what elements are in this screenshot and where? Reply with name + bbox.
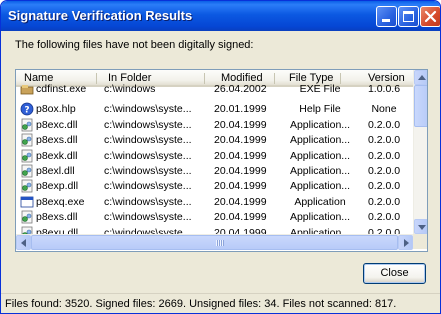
file-version: 0.2.0.0 <box>367 180 401 193</box>
svg-text:?: ? <box>24 106 29 116</box>
arrow-down-icon <box>418 225 426 230</box>
scrollbar-corner <box>413 234 427 249</box>
file-folder: c:\windows\syste... <box>104 164 192 177</box>
file-version: 0.2.0.0 <box>367 195 401 208</box>
file-modified: 26.04.2002 <box>214 83 267 95</box>
file-row[interactable]: p8exk.dll c:\windows\syste... 20.04.1999 Ap… <box>16 149 413 164</box>
file-type: Application... <box>289 164 351 177</box>
file-row[interactable]: ? p8ox.hlp c:\windows\syste... 20.01.1999 He… <box>16 102 413 117</box>
file-modified: 20.04.1999 <box>214 134 267 147</box>
file-row[interactable]: cdfinst.exe c:\windows 26.04.2002 EXE File 1… <box>16 83 413 102</box>
dll-icon <box>20 164 34 178</box>
file-folder: c:\windows\syste... <box>104 103 192 116</box>
vertical-scroll-thumb[interactable] <box>414 85 427 127</box>
dll-icon <box>20 118 34 132</box>
file-modified: 20.04.1999 <box>214 180 267 193</box>
dll-icon <box>20 179 34 193</box>
file-folder: c:\windows\syste... <box>104 211 192 224</box>
vertical-scrollbar[interactable] <box>413 70 427 234</box>
file-name: p8exc.dll <box>36 118 78 131</box>
status-bar: Files found: 3520. Signed files: 2669. U… <box>1 293 440 313</box>
window-title: Signature Verification Results <box>8 8 193 23</box>
file-modified: 20.04.1999 <box>214 164 267 177</box>
arrow-right-icon <box>404 239 409 247</box>
file-modified: 20.04.1999 <box>214 118 267 131</box>
dll-icon <box>20 149 34 163</box>
arrow-left-icon <box>21 239 26 247</box>
scroll-left-button[interactable] <box>16 235 31 250</box>
scroll-up-button[interactable] <box>414 70 427 85</box>
file-version: 0.2.0.0 <box>367 149 401 162</box>
scroll-down-button[interactable] <box>414 219 427 234</box>
title-bar[interactable]: Signature Verification Results <box>1 1 440 31</box>
file-name: p8exp.dll <box>36 180 79 193</box>
scroll-right-button[interactable] <box>398 235 413 250</box>
application-icon <box>20 195 34 209</box>
file-modified: 20.04.1999 <box>214 195 267 208</box>
file-version: 1.0.0.6 <box>367 83 401 95</box>
file-version: 0.2.0.0 <box>367 134 401 147</box>
file-modified: 20.04.1999 <box>214 149 267 162</box>
file-name: p8exq.exe <box>36 195 85 208</box>
close-button[interactable]: Close <box>363 263 426 284</box>
minimize-icon <box>382 19 390 22</box>
file-row[interactable]: p8exq.exe c:\windows\syste... 20.04.1999 Ap… <box>16 195 413 210</box>
file-type: Application... <box>289 180 351 193</box>
file-type: EXE File <box>299 83 341 95</box>
horizontal-scrollbar[interactable] <box>16 234 413 250</box>
dll-icon <box>20 133 34 147</box>
file-name: p8exk.dll <box>36 149 78 162</box>
file-type: Application... <box>289 118 351 131</box>
file-name: cdfinst.exe <box>36 83 87 95</box>
file-folder: c:\windows\syste... <box>104 134 192 147</box>
file-type: Application... <box>289 149 351 162</box>
file-name: p8exs.dll <box>36 211 78 224</box>
dll-icon <box>20 210 34 224</box>
arrow-up-icon <box>418 75 426 80</box>
title-close-button[interactable] <box>420 6 440 27</box>
file-version: 0.2.0.0 <box>367 211 401 224</box>
file-row[interactable]: p8exl.dll c:\windows\syste... 20.04.1999 Ap… <box>16 164 413 179</box>
help-file-icon: ? <box>20 102 34 116</box>
file-version: None <box>371 103 397 116</box>
close-icon <box>424 10 437 23</box>
horizontal-scroll-thumb[interactable] <box>31 235 398 250</box>
file-modified: 20.04.1999 <box>214 211 267 224</box>
file-type: Application <box>294 195 346 208</box>
file-row[interactable]: p8exs.dll c:\windows\syste... 20.04.1999 Ap… <box>16 210 413 225</box>
file-name: p8exl.dll <box>36 164 75 177</box>
unsigned-files-list[interactable]: Name In Folder Modified File Type Versio… <box>15 69 428 252</box>
file-row[interactable]: p8exc.dll c:\windows\syste... 20.04.1999 Ap… <box>16 118 413 133</box>
file-name: p8ox.hlp <box>36 103 76 116</box>
file-folder: c:\windows\syste... <box>104 180 192 193</box>
file-version: 0.2.0.0 <box>367 164 401 177</box>
file-folder: c:\windows\syste... <box>104 118 192 131</box>
maximize-button[interactable] <box>398 6 419 27</box>
exe-icon <box>20 82 34 96</box>
file-modified: 20.01.1999 <box>214 103 267 116</box>
grip-icon <box>216 240 224 246</box>
column-divider[interactable] <box>204 73 205 84</box>
file-type: Application... <box>289 211 351 224</box>
signature-verification-window: Signature Verification Results The follo… <box>0 0 441 314</box>
file-folder: c:\windows\syste... <box>104 149 192 162</box>
file-row[interactable]: p8exp.dll c:\windows\syste... 20.04.1999 Ap… <box>16 179 413 194</box>
status-text: Files found: 3520. Signed files: 2669. U… <box>5 298 397 310</box>
file-folder: c:\windows <box>104 83 156 95</box>
file-name: p8exs.dll <box>36 134 78 147</box>
file-type: Application... <box>289 134 351 147</box>
file-type: Help File <box>299 103 341 116</box>
file-row[interactable]: p8exs.dll c:\windows\syste... 20.04.1999 Ap… <box>16 133 413 148</box>
file-version: 0.2.0.0 <box>367 118 401 131</box>
unsigned-files-message: The following files have not been digita… <box>15 39 254 51</box>
minimize-button[interactable] <box>376 6 397 27</box>
maximize-icon <box>403 11 414 22</box>
file-folder: c:\windows\syste... <box>104 195 192 208</box>
file-rows: cdfinst.exe c:\windows 26.04.2002 EXE File 1… <box>16 83 413 241</box>
